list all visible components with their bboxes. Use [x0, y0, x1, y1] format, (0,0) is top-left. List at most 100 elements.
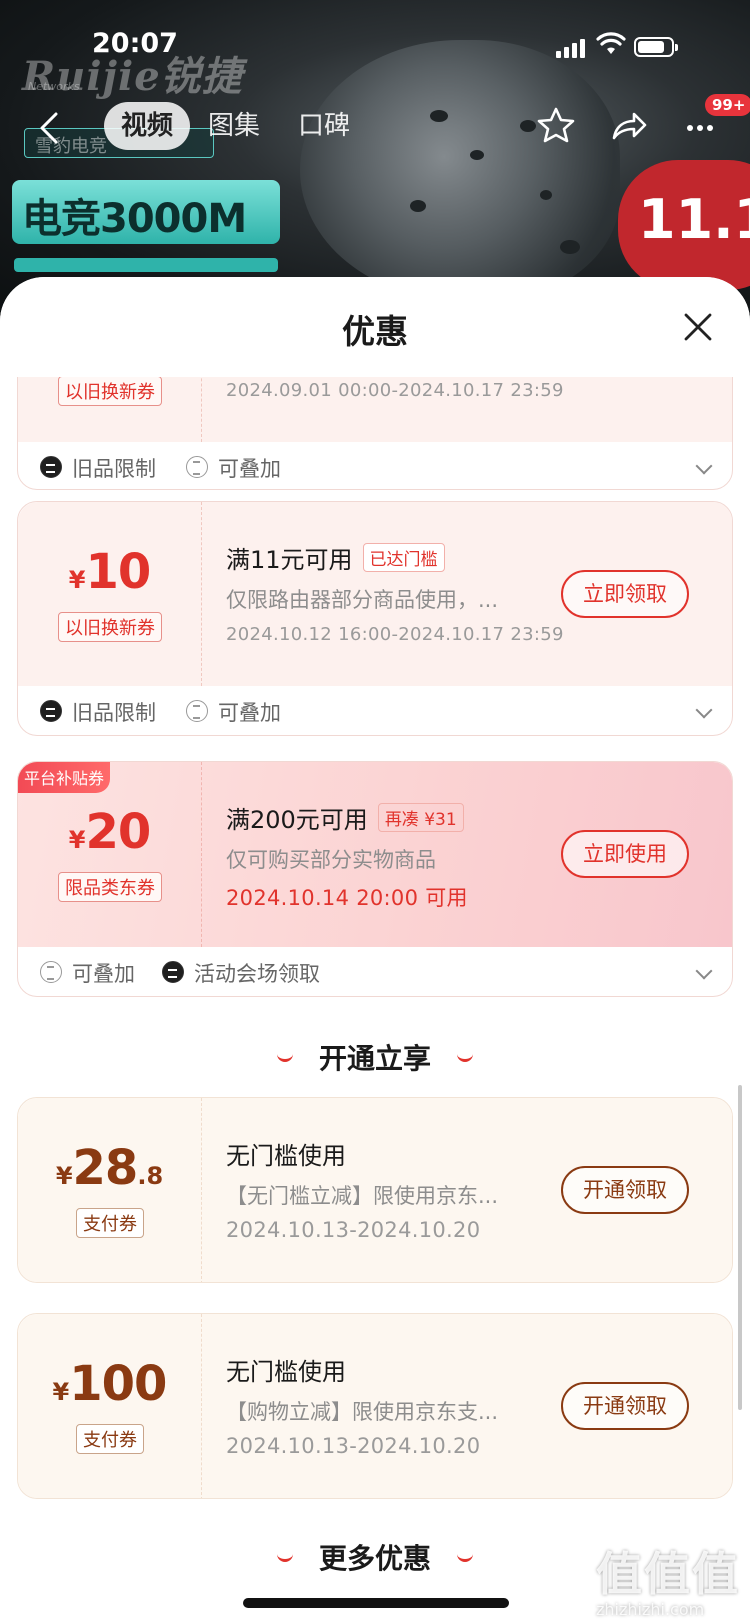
section-open-header: 开通立享: [0, 1037, 750, 1077]
coupon-type-tag: 限品类东券: [58, 872, 162, 902]
coupon-amount: ¥20: [18, 804, 201, 860]
coupon-description: 仅可购买部分实物商品: [226, 848, 436, 872]
coupon-validity: 2024.10.13-2024.10.20: [226, 1218, 481, 1242]
coupon-card: 以旧换新券 2024.09.01 00:00-2024.10.17 23:59 …: [17, 377, 733, 490]
coupon-amount: ¥28.8: [18, 1140, 201, 1196]
coupon-type-tag: 以旧换新券: [58, 377, 162, 406]
watermark: 值值值 zhizhizhi.com: [596, 1538, 740, 1619]
coupon-description: 仅限路由器部分商品使用，...: [226, 588, 499, 612]
coupon-title: 满200元可用 再凑 ¥31: [226, 800, 464, 835]
notification-badge: 99+: [705, 94, 750, 116]
coupon-divider: [201, 1098, 202, 1282]
coupon-validity: 2024.10.14 20:00 可用: [226, 886, 468, 910]
amount-value: 28: [72, 1140, 139, 1196]
status-bar: 20:07: [0, 28, 750, 64]
coupon-description: 【无门槛立减】限使用京东...: [226, 1184, 499, 1208]
promo-tail-bar: [14, 258, 278, 272]
stackable-icon: [186, 700, 208, 722]
cellular-signal-icon: [556, 38, 585, 58]
footer-right-text: 活动会场领取: [194, 962, 320, 986]
pay-coupon-card: ¥100 支付券 无门槛使用 【购物立减】限使用京东支... 2024.10.1…: [17, 1313, 733, 1499]
stackable-icon: [40, 961, 62, 983]
chevron-down-icon[interactable]: [695, 962, 713, 980]
close-icon[interactable]: [680, 309, 716, 345]
coupon-card: 平台补贴券 ¥20 限品类东券 满200元可用 再凑 ¥31 仅可购买部分实物商品…: [17, 761, 733, 997]
footer-left-text: 可叠加: [72, 962, 135, 986]
coupon-sheet: 优惠 以旧换新券 2024.09.01 00:00-2024.10.17 23:…: [0, 277, 750, 1624]
threshold-status-badge: 已达门槛: [362, 543, 445, 572]
home-indicator[interactable]: [243, 1598, 509, 1608]
watermark-logo: 值值值: [596, 1547, 740, 1601]
section-title: 更多优惠: [318, 1542, 431, 1575]
tab-gallery[interactable]: 图集: [208, 102, 260, 150]
currency-symbol: ¥: [55, 1162, 73, 1190]
top-nav: 视频 图集 口碑 99+: [0, 94, 750, 154]
coupon-divider: [201, 1314, 202, 1498]
sheet-title: 优惠: [342, 312, 408, 351]
platform-subsidy-ribbon: 平台补贴券: [18, 762, 111, 793]
coupon-validity: 2024.09.01 00:00-2024.10.17 23:59: [226, 380, 564, 401]
chevron-down-icon[interactable]: [695, 701, 713, 719]
coupon-description: 【购物立减】限使用京东支...: [226, 1400, 499, 1424]
share-icon[interactable]: [606, 104, 650, 148]
coupon-validity: 2024.10.12 16:00-2024.10.17 23:59: [226, 624, 564, 645]
use-now-button[interactable]: 立即使用: [561, 830, 689, 878]
activate-claim-button[interactable]: 开通领取: [561, 1166, 689, 1214]
amount-decimal: .8: [137, 1162, 164, 1190]
tab-video[interactable]: 视频: [104, 102, 190, 150]
status-time: 20:07: [92, 28, 178, 59]
venue-icon: [162, 961, 184, 983]
chevron-down-icon[interactable]: [695, 457, 713, 475]
amount-value: 10: [85, 544, 151, 600]
coupon-amount: ¥100: [18, 1356, 201, 1412]
coupon-type-tag: 支付券: [76, 1424, 144, 1454]
coupon-type-tag: 以旧换新券: [58, 612, 162, 642]
coupon-footer[interactable]: 旧品限制 可叠加: [18, 442, 732, 489]
threshold-status-badge: 再凑 ¥31: [377, 803, 464, 832]
coupon-footer[interactable]: 旧品限制 可叠加: [18, 686, 732, 735]
currency-symbol: ¥: [68, 826, 86, 854]
battery-icon: [634, 37, 678, 57]
back-icon[interactable]: [30, 106, 74, 150]
footer-right-text: 可叠加: [218, 457, 281, 481]
pay-coupon-card: ¥28.8 支付券 无门槛使用 【无门槛立减】限使用京东... 2024.10.…: [17, 1097, 733, 1283]
coupon-title: 满11元可用 已达门槛: [226, 540, 445, 575]
stackable-icon: [186, 456, 208, 478]
tab-reviews[interactable]: 口碑: [298, 102, 350, 150]
sheet-header: 优惠: [0, 277, 750, 377]
coupon-validity: 2024.10.13-2024.10.20: [226, 1434, 481, 1458]
star-icon[interactable]: [534, 104, 578, 148]
currency-symbol: ¥: [68, 566, 86, 594]
footer-right-text: 可叠加: [218, 701, 281, 725]
coupon-condition: 满11元可用: [226, 546, 353, 574]
scrollbar[interactable]: [738, 1085, 742, 1410]
coupon-card: ¥10 以旧换新券 满11元可用 已达门槛 仅限路由器部分商品使用，... 202…: [17, 501, 733, 736]
coupon-divider: [201, 377, 202, 442]
decor-right-icon: [457, 1553, 473, 1562]
footer-left-text: 旧品限制: [72, 457, 156, 481]
coupon-title: 无门槛使用: [226, 1142, 346, 1170]
claim-button[interactable]: 立即领取: [561, 570, 689, 618]
activate-claim-button[interactable]: 开通领取: [561, 1382, 689, 1430]
decor-right-icon: [457, 1053, 473, 1062]
coupon-divider: [201, 502, 202, 686]
decor-left-icon: [276, 1553, 293, 1562]
coupon-footer[interactable]: 可叠加 活动会场领取: [18, 947, 732, 996]
currency-symbol: ¥: [52, 1378, 70, 1406]
brand-subtitle: Networks: [28, 80, 80, 93]
snow-leopard-graphic: [300, 40, 620, 300]
coupon-list[interactable]: 以旧换新券 2024.09.01 00:00-2024.10.17 23:59 …: [0, 377, 750, 1624]
decor-left-icon: [276, 1053, 293, 1062]
amount-value: 20: [85, 804, 151, 860]
promo-headline: 电竞3000M: [12, 180, 280, 244]
restriction-icon: [40, 700, 62, 722]
coupon-title: 无门槛使用: [226, 1358, 346, 1386]
amount-value: 100: [69, 1356, 167, 1412]
restriction-icon: [40, 456, 62, 478]
wifi-icon: [596, 32, 626, 54]
double-eleven-badge: 11.11: [618, 160, 750, 290]
footer-left-text: 旧品限制: [72, 701, 156, 725]
coupon-condition: 满200元可用: [226, 806, 368, 834]
coupon-divider: [201, 762, 202, 947]
coupon-type-tag: 支付券: [76, 1208, 144, 1238]
